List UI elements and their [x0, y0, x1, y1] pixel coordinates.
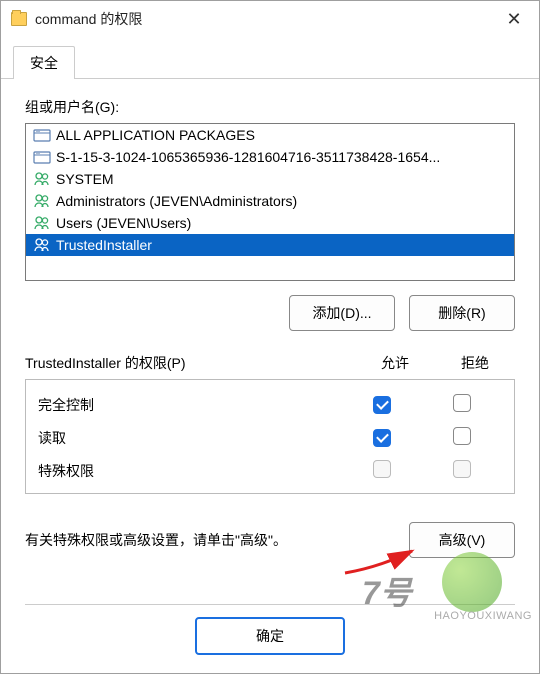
checkbox[interactable] [373, 460, 391, 478]
list-item[interactable]: SYSTEM [26, 168, 514, 190]
permission-row: 读取 [26, 421, 514, 454]
titlebar: command 的权限 ✕ [1, 1, 539, 37]
list-item-label: Users (JEVEN\Users) [56, 215, 191, 231]
checkbox[interactable] [373, 429, 391, 447]
user-buttons: 添加(D)... 删除(R) [25, 295, 515, 331]
users-icon [32, 237, 52, 253]
deny-column-header: 拒绝 [435, 353, 515, 373]
groups-label: 组或用户名(G): [25, 97, 515, 117]
checkbox[interactable] [453, 427, 471, 445]
list-item-label: S-1-15-3-1024-1065365936-1281604716-3511… [56, 149, 440, 165]
add-button[interactable]: 添加(D)... [289, 295, 395, 331]
list-item-label: TrustedInstaller [56, 237, 152, 253]
package-icon [32, 127, 52, 143]
list-item-label: Administrators (JEVEN\Administrators) [56, 193, 297, 209]
permissions-box: 完全控制 读取 特殊权限 [25, 379, 515, 494]
advanced-row: 有关特殊权限或高级设置，请单击"高级"。 高级(V) [25, 522, 515, 558]
list-item[interactable]: Administrators (JEVEN\Administrators) [26, 190, 514, 212]
checkbox[interactable] [453, 460, 471, 478]
close-icon[interactable]: ✕ [499, 9, 529, 30]
list-item[interactable]: ALL APPLICATION PACKAGES [26, 124, 514, 146]
checkbox[interactable] [373, 396, 391, 414]
ok-button[interactable]: 确定 [195, 617, 345, 655]
package-icon [32, 149, 52, 165]
remove-button[interactable]: 删除(R) [409, 295, 515, 331]
checkbox[interactable] [453, 394, 471, 412]
allow-column-header: 允许 [355, 353, 435, 373]
list-item-label: SYSTEM [56, 171, 114, 187]
users-icon [32, 193, 52, 209]
permissions-header: TrustedInstaller 的权限(P) 允许 拒绝 [25, 353, 515, 379]
users-icon [32, 215, 52, 231]
folder-icon [11, 12, 27, 26]
window-title: command 的权限 [35, 9, 499, 29]
list-item[interactable]: Users (JEVEN\Users) [26, 212, 514, 234]
permissions-title: TrustedInstaller 的权限(P) [25, 353, 355, 373]
permissions-dialog: command 的权限 ✕ 安全 组或用户名(G): ALL APPLICATI… [0, 0, 540, 674]
tabstrip: 安全 [1, 37, 539, 79]
list-item-label: ALL APPLICATION PACKAGES [56, 127, 255, 143]
permission-name: 特殊权限 [38, 461, 342, 481]
advanced-button[interactable]: 高级(V) [409, 522, 515, 558]
permission-row: 完全控制 [26, 388, 514, 421]
permissions-section: TrustedInstaller 的权限(P) 允许 拒绝 完全控制 读取 特殊… [25, 353, 515, 494]
list-item[interactable]: S-1-15-3-1024-1065365936-1281604716-3511… [26, 146, 514, 168]
permission-row: 特殊权限 [26, 454, 514, 487]
users-listbox[interactable]: ALL APPLICATION PACKAGES S-1-15-3-1024-10… [25, 123, 515, 281]
advanced-text: 有关特殊权限或高级设置，请单击"高级"。 [25, 530, 409, 550]
content-area: 组或用户名(G): ALL APPLICATION PACKAGES S-1-15… [1, 79, 539, 673]
tab-security[interactable]: 安全 [13, 46, 75, 79]
permission-name: 完全控制 [38, 395, 342, 415]
footer: 确定 [25, 604, 515, 673]
permission-name: 读取 [38, 428, 342, 448]
users-icon [32, 171, 52, 187]
list-item[interactable]: TrustedInstaller [26, 234, 514, 256]
